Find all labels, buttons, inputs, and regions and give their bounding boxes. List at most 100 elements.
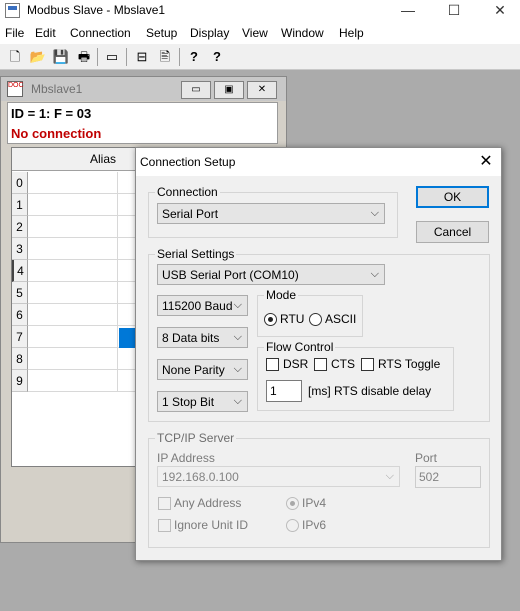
alias-cell[interactable] (28, 348, 118, 370)
menu-connection[interactable]: Connection (70, 26, 131, 40)
main-title-bar: Modbus Slave - Mbslave1 — ☐ ✕ (0, 0, 520, 22)
ipv4-label[interactable]: IPv4 (302, 496, 326, 510)
dialog-title-bar: Connection Setup ✕ (136, 148, 501, 176)
stop-bits-value: 1 Stop Bit (162, 395, 215, 409)
window-icon[interactable]: ▭ (102, 47, 122, 67)
ignore-unit-id-checkbox[interactable] (158, 519, 171, 532)
flow-control-group-label: Flow Control (264, 340, 336, 354)
slave-id-label: ID = 1: F = 03 (11, 106, 92, 121)
disconnected-icon[interactable]: ⊟ (132, 47, 152, 67)
alias-cell[interactable] (28, 238, 118, 260)
child-title-bar: DOC Mbslave1 ▭ ▣ ✕ (1, 77, 286, 101)
child-close-button[interactable]: ✕ (247, 81, 277, 99)
ascii-radio[interactable] (309, 313, 322, 326)
serial-settings-group-label: Serial Settings (155, 247, 237, 261)
row-number[interactable]: 4 (12, 260, 28, 282)
menu-view[interactable]: View (242, 26, 268, 40)
ok-button[interactable]: OK (416, 186, 489, 208)
row-number[interactable]: 3 (12, 238, 28, 260)
save-icon[interactable]: 💾 (51, 47, 71, 67)
ignore-unit-id-label[interactable]: Ignore Unit ID (174, 518, 248, 532)
alias-cell[interactable] (28, 370, 118, 392)
row-number[interactable]: 0 (12, 172, 28, 194)
alias-cell[interactable] (28, 172, 118, 194)
ipv6-label[interactable]: IPv6 (302, 518, 326, 532)
menu-edit[interactable]: Edit (35, 26, 56, 40)
mode-group-label: Mode (264, 288, 299, 302)
rtu-radio[interactable] (264, 313, 277, 326)
alias-cell[interactable] (28, 304, 118, 326)
serial-port-select[interactable]: USB Serial Port (COM10) ⌵ (157, 264, 385, 285)
ipv4-radio[interactable] (286, 497, 299, 510)
rts-delay-input[interactable]: 1 (266, 380, 302, 402)
context-help-icon[interactable]: ? (207, 47, 227, 67)
data-bits-select[interactable]: 8 Data bits ⌵ (157, 327, 248, 348)
connection-status: No connection (11, 126, 102, 141)
connection-type-value: Serial Port (162, 207, 219, 221)
alias-column-header[interactable]: Alias (90, 152, 116, 166)
print-preview-icon[interactable]: 🖹 (155, 47, 175, 67)
cts-label[interactable]: CTS (331, 357, 355, 371)
baud-rate-select[interactable]: 115200 Baud ⌵ (157, 295, 248, 316)
data-bits-value: 8 Data bits (162, 331, 220, 345)
window-title: Modbus Slave - Mbslave1 (27, 3, 166, 17)
menu-help[interactable]: Help (339, 26, 364, 40)
alias-cell[interactable] (28, 194, 118, 216)
dialog-title: Connection Setup (140, 155, 236, 169)
cts-checkbox[interactable] (314, 358, 327, 371)
connection-type-select[interactable]: Serial Port ⌵ (157, 203, 385, 224)
stop-bits-select[interactable]: 1 Stop Bit ⌵ (157, 391, 248, 412)
baud-rate-value: 115200 Baud (162, 299, 233, 313)
dsr-label[interactable]: DSR (283, 357, 308, 371)
dsr-checkbox[interactable] (266, 358, 279, 371)
minimize-button[interactable]: — (385, 0, 431, 22)
serial-settings-group: Serial Settings USB Serial Port (COM10) … (148, 247, 490, 422)
new-document-icon[interactable]: 🗋 (5, 47, 25, 67)
menu-bar: File Edit Connection Setup Display View … (0, 22, 520, 44)
tcp-ip-group-label: TCP/IP Server (155, 431, 237, 445)
chevron-down-icon: ⌵ (233, 363, 242, 375)
print-icon[interactable]: 🖶 (74, 47, 94, 67)
rts-toggle-label[interactable]: RTS Toggle (378, 357, 440, 371)
help-icon[interactable]: ? (184, 47, 204, 67)
close-button[interactable]: ✕ (477, 0, 520, 22)
maximize-button[interactable]: ☐ (431, 0, 477, 22)
row-number[interactable]: 2 (12, 216, 28, 238)
rtu-label[interactable]: RTU (280, 312, 304, 326)
open-folder-icon[interactable]: 📂 (28, 47, 48, 67)
row-number[interactable]: 9 (12, 370, 28, 392)
alias-cell[interactable] (28, 260, 118, 282)
menu-file[interactable]: File (5, 26, 24, 40)
dialog-close-button[interactable]: ✕ (475, 151, 497, 173)
chevron-down-icon: ⌵ (370, 207, 379, 219)
row-number[interactable]: 6 (12, 304, 28, 326)
menu-setup[interactable]: Setup (146, 26, 177, 40)
any-address-label[interactable]: Any Address (174, 496, 241, 510)
app-icon (5, 3, 20, 18)
row-number[interactable]: 5 (12, 282, 28, 304)
parity-select[interactable]: None Parity ⌵ (157, 359, 248, 380)
child-minimize-button[interactable]: ▭ (181, 81, 211, 99)
port-input[interactable]: 502 (415, 466, 481, 488)
rts-toggle-checkbox[interactable] (361, 358, 374, 371)
ip-address-label: IP Address (157, 451, 215, 465)
connection-setup-dialog: Connection Setup ✕ Connection Serial Por… (135, 147, 502, 561)
row-number[interactable]: 1 (12, 194, 28, 216)
alias-cell[interactable] (28, 282, 118, 304)
alias-cell[interactable] (28, 326, 118, 348)
menu-display[interactable]: Display (190, 26, 229, 40)
menu-window[interactable]: Window (281, 26, 324, 40)
child-restore-button[interactable]: ▣ (214, 81, 244, 99)
rts-delay-label: [ms] RTS disable delay (308, 384, 432, 398)
ascii-label[interactable]: ASCII (325, 312, 356, 326)
ip-address-select[interactable]: 192.168.0.100 ⌵ (157, 466, 400, 487)
ipv6-radio[interactable] (286, 519, 299, 532)
flow-control-group: Flow Control DSR CTS RTS Toggle 1 [ms] R… (257, 340, 454, 411)
slave-info-panel: ID = 1: F = 03 No connection (7, 102, 278, 144)
alias-cell[interactable] (28, 216, 118, 238)
row-number[interactable]: 7 (12, 326, 28, 348)
toolbar-separator (126, 48, 127, 66)
row-number[interactable]: 8 (12, 348, 28, 370)
cancel-button[interactable]: Cancel (416, 221, 489, 243)
any-address-checkbox[interactable] (158, 497, 171, 510)
